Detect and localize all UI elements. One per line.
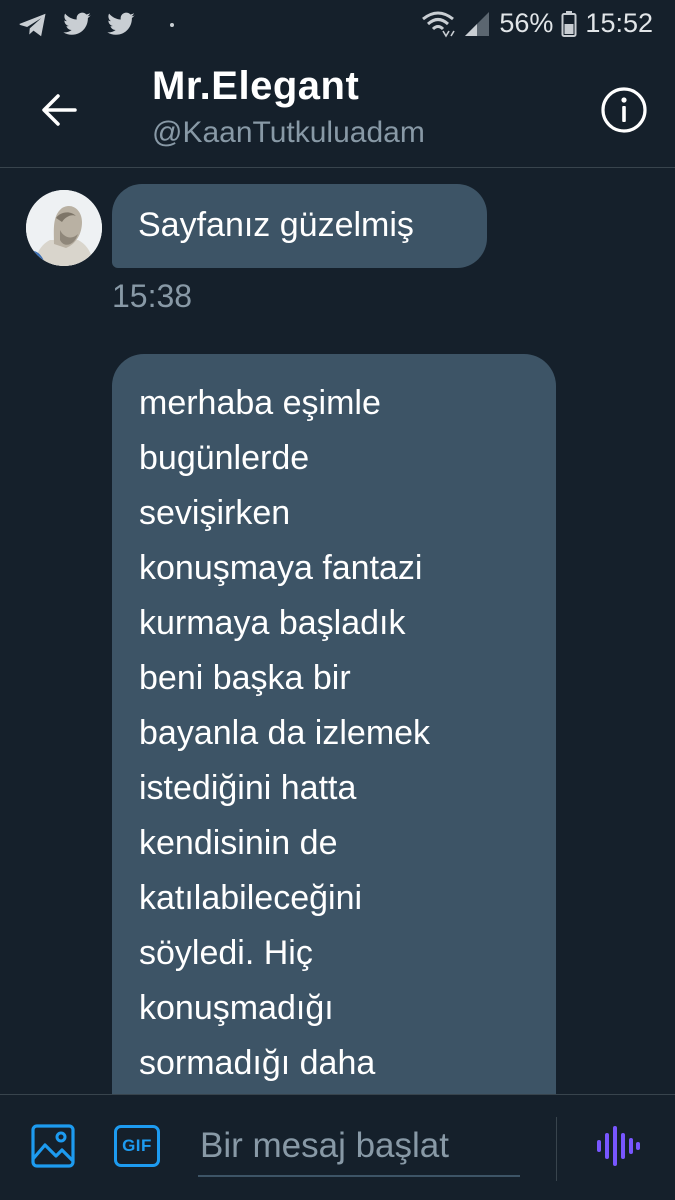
message-text: Sayfanız güzelmiş bbox=[138, 206, 414, 244]
message-line: sormadığı daha bbox=[139, 1044, 376, 1082]
message-line: bugünlerde bbox=[139, 439, 310, 477]
composer-divider bbox=[556, 1117, 557, 1181]
gif-button[interactable]: GIF bbox=[114, 1125, 160, 1167]
message-line: merhaba eşimle bbox=[139, 384, 381, 422]
twitter-icon bbox=[107, 12, 135, 35]
avatar-image bbox=[26, 190, 102, 266]
conversation-handle: @KaanTutkuluadam bbox=[152, 116, 425, 149]
battery-percent: 56% bbox=[499, 8, 554, 38]
add-photo-button[interactable] bbox=[30, 1123, 76, 1169]
info-icon bbox=[601, 87, 647, 133]
message-line: istediğini hatta bbox=[139, 769, 357, 807]
info-button[interactable] bbox=[600, 86, 648, 134]
message-line: bayanla da izlemek bbox=[139, 714, 431, 752]
twitter-icon bbox=[63, 12, 91, 35]
message-line: kendisinin de bbox=[139, 824, 338, 862]
wifi-icon bbox=[422, 11, 456, 38]
message-line: kurmaya başladık bbox=[139, 604, 406, 642]
message-composer: GIF bbox=[0, 1094, 675, 1200]
message-line: konuşmadığı bbox=[139, 989, 334, 1027]
conversation-header: Mr.Elegant @KaanTutkuluadam bbox=[0, 54, 675, 168]
avatar[interactable] bbox=[26, 190, 102, 266]
image-icon bbox=[31, 1124, 75, 1168]
message-line: söyledi. Hiç bbox=[139, 934, 313, 972]
arrow-left-icon bbox=[42, 94, 77, 126]
battery-icon bbox=[561, 10, 577, 37]
signal-icon bbox=[465, 11, 490, 36]
back-button[interactable] bbox=[34, 88, 84, 132]
conversation-title: Mr.Elegant bbox=[152, 64, 360, 108]
status-bar-system: 56% 15:52 bbox=[421, 8, 653, 39]
voice-message-button[interactable] bbox=[594, 1123, 640, 1169]
message-line: sevişirken bbox=[139, 494, 291, 532]
clock: 15:52 bbox=[585, 8, 653, 38]
message-bubble[interactable]: merhaba eşimle bugünlerde sevişirken kon… bbox=[112, 354, 556, 1114]
voice-waveform-icon bbox=[597, 1126, 640, 1166]
message-bubble[interactable]: Sayfanız güzelmiş bbox=[112, 184, 487, 268]
telegram-icon bbox=[19, 13, 46, 37]
notification-dot bbox=[170, 23, 174, 27]
status-bar-notifications bbox=[18, 12, 174, 38]
message-line: katılabileceğini bbox=[139, 879, 363, 917]
message-line: konuşmaya fantazi bbox=[139, 549, 423, 587]
gif-label: GIF bbox=[122, 1136, 152, 1155]
status-bar: 56% 15:52 bbox=[0, 0, 675, 54]
message-timestamp: 15:38 bbox=[112, 278, 193, 314]
message-input[interactable] bbox=[198, 1117, 520, 1177]
message-line: beni başka bir bbox=[139, 659, 351, 697]
